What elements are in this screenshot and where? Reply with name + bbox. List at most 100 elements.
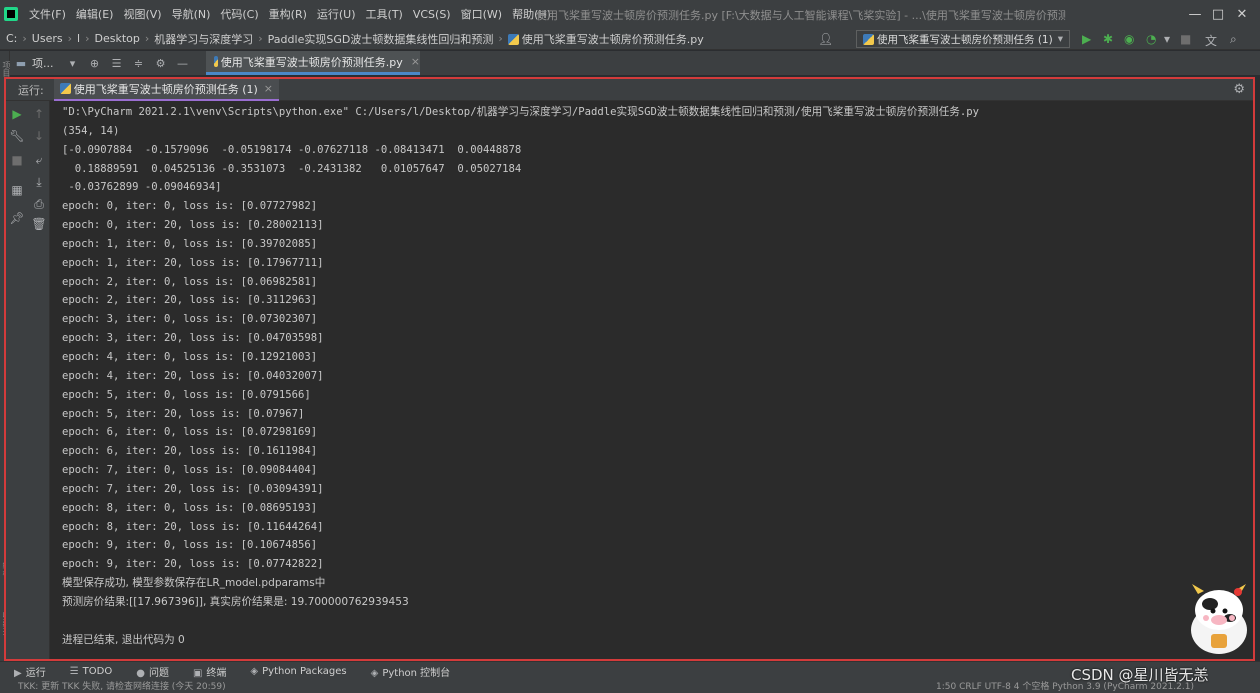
console-line: epoch: 7, iter: 0, loss is: [0.09084404] [62,464,318,477]
python-file-icon [214,56,218,67]
breadcrumb-users[interactable]: Users [29,32,66,45]
user-icon[interactable]: 👤︎ [818,32,833,46]
collapse-all-icon[interactable]: ≑ [128,57,150,70]
menu-edit[interactable]: 编辑(E) [71,6,119,22]
menu-view[interactable]: 视图(V) [118,6,166,22]
chevron-down-icon[interactable]: ▾ [62,57,84,70]
stop-icon[interactable]: ■ [1180,32,1191,46]
console-line: epoch: 3, iter: 20, loss is: [0.04703598… [62,332,324,345]
breadcrumb-desktop[interactable]: Desktop [91,32,142,45]
run-toolbar: ▶ ↑ 🔧︎ ↓ ■ ⤶ ⤓ ▦ ⎙ 📌︎ 🗑︎ [6,101,50,659]
coverage-icon[interactable]: ◉ [1124,32,1134,46]
chevron-right-icon: › [22,32,27,45]
breadcrumb-file-label: 使用飞桨重写波士顿房价预测任务.py [521,32,704,46]
run-config-select[interactable]: 使用飞桨重写波士顿房价预测任务 (1) ▾ [856,30,1070,48]
trash-icon[interactable]: 🗑︎ [28,217,50,231]
breadcrumb-project-folder[interactable]: Paddle实现SGD波士顿数据集线性回归和预测 [265,31,497,47]
console-line: 0.18889591 0.04525136 -0.3531073 -0.2431… [62,162,522,175]
breadcrumb-drive[interactable]: C: [0,32,20,45]
close-tab-icon[interactable]: × [411,55,420,68]
cow-sticker-image [1191,584,1247,654]
close-tab-icon[interactable]: × [264,82,273,95]
tool-terminal-button[interactable]: ▣ 终端 [179,664,236,679]
tool-terminal-label: 终端 [206,668,227,679]
target-icon[interactable]: ⊕ [84,57,106,70]
search-icon[interactable]: ⌕ [1230,32,1237,47]
run-tab-active[interactable]: 使用飞桨重写波士顿房价预测任务 (1) × [53,78,280,101]
tool-todo-button[interactable]: ☰ TODO [56,666,123,677]
profile-icon[interactable]: ◔ [1146,32,1156,46]
play-icon: ▶ [14,668,22,679]
scroll-down-icon[interactable]: ↓ [28,129,50,143]
menu-vcs[interactable]: VCS(S) [408,8,456,21]
run-icon[interactable]: ▶ [1082,32,1091,46]
chevron-down-icon[interactable]: ▾ [1164,32,1170,46]
project-label[interactable]: 项... [32,55,54,71]
menu-run[interactable]: 运行(U) [312,6,361,22]
menu-tools[interactable]: 工具(T) [361,6,408,22]
editor-tab-row: ▬ 项... ▾ ⊕ ☰ ≑ ⚙ — 使用飞桨重写波士顿房价预测任务.py × [10,51,1260,75]
chevron-right-icon: › [144,32,150,45]
editor-tab-label: 使用飞桨重写波士顿房价预测任务.py [220,55,403,69]
run-tab-label: 使用飞桨重写波士顿房价预测任务 (1) [73,82,258,96]
tool-problems-label: 问题 [148,668,169,679]
console-line: epoch: 5, iter: 0, loss is: [0.0791566] [62,388,311,401]
scroll-up-icon[interactable]: ↑ [28,107,50,121]
print-icon[interactable]: ⎙ [28,197,50,212]
menu-window[interactable]: 窗口(W) [456,6,507,22]
status-message[interactable]: TKK: 更新 TKK 失败, 请检查网络连接 (今天 20:59) [18,681,226,693]
python-file-icon [507,33,519,45]
scroll-to-end-icon[interactable]: ⤓ [28,175,50,190]
translate-icon[interactable]: 文 [1205,32,1217,49]
console-line: epoch: 0, iter: 20, loss is: [0.28002113… [62,219,324,232]
console-line: epoch: 4, iter: 20, loss is: [0.04032007… [62,369,324,382]
tool-python-console-button[interactable]: ◈ Python 控制台 [357,664,461,679]
run-config-label: 使用飞桨重写波士顿房价预测任务 (1) [877,33,1053,46]
menu-bar: 文件(F) 编辑(E) 视图(V) 导航(N) 代码(C) 重构(R) 运行(U… [0,0,1260,28]
console-line: epoch: 5, iter: 20, loss is: [0.07967] [62,407,305,420]
chevron-right-icon: › [258,32,263,45]
chevron-right-icon: › [85,32,90,45]
console-line: epoch: 6, iter: 0, loss is: [0.07298169] [62,426,318,439]
breadcrumb-ml-folder[interactable]: 机器学习与深度学习 [151,31,256,47]
menu-refactor[interactable]: 重构(R) [264,6,312,22]
console-line: "D:\PyCharm 2021.2.1\venv\Scripts\python… [62,106,980,118]
chevron-right-icon: › [67,32,73,45]
breadcrumb-file[interactable]: 使用飞桨重写波士顿房价预测任务.py [505,31,707,47]
menu-file[interactable]: 文件(F) [24,6,71,22]
gear-icon[interactable]: ⚙ [1233,82,1245,97]
hide-icon[interactable]: — [172,57,194,70]
expand-all-icon[interactable]: ☰ [106,57,128,70]
wrench-icon[interactable]: 🔧︎ [6,129,28,143]
terminal-icon: ▣ [192,668,203,679]
layout-icon[interactable]: ▦ [6,183,28,197]
soft-wrap-icon[interactable]: ⤶ [28,153,50,168]
tool-problems-button[interactable]: ● 问题 [122,664,179,679]
watermark: CSDN @星川皆无恙 [1071,666,1209,684]
breadcrumb-user[interactable]: l [74,32,83,45]
tool-python-packages-label: Python Packages [262,666,347,677]
navigation-bar: C: › Users › l › Desktop › 机器学习与深度学习 › P… [0,28,1260,50]
tool-python-console-label: Python 控制台 [382,668,451,679]
close-icon[interactable]: ✕ [1222,0,1260,28]
console-output[interactable]: "D:\PyCharm 2021.2.1\venv\Scripts\python… [62,103,1242,658]
editor-tab-active[interactable]: 使用飞桨重写波士顿房价预测任务.py × [206,51,420,75]
pin-icon[interactable]: 📌︎ [6,211,28,225]
console-line: epoch: 0, iter: 0, loss is: [0.07727982] [62,200,318,213]
console-line: epoch: 4, iter: 0, loss is: [0.12921003] [62,350,318,363]
console-line: epoch: 6, iter: 20, loss is: [0.1611984] [62,445,318,458]
debug-icon[interactable]: ✱ [1103,32,1113,46]
tool-python-packages-button[interactable]: ◈ Python Packages [236,666,356,677]
gear-icon[interactable]: ⚙ [150,57,172,70]
menu-navigate[interactable]: 导航(N) [167,6,216,22]
tool-run-button[interactable]: ▶ 运行 [0,664,56,679]
console-line: epoch: 1, iter: 0, loss is: [0.39702085] [62,237,318,250]
rerun-icon[interactable]: ▶ [6,107,28,121]
python-console-icon: ◈ [370,668,379,679]
menu-code[interactable]: 代码(C) [215,6,263,22]
folder-icon[interactable]: ▬ [10,57,32,70]
console-line: epoch: 8, iter: 20, loss is: [0.11644264… [62,520,324,533]
python-packages-icon: ◈ [250,666,259,677]
stop-icon[interactable]: ■ [6,153,28,167]
